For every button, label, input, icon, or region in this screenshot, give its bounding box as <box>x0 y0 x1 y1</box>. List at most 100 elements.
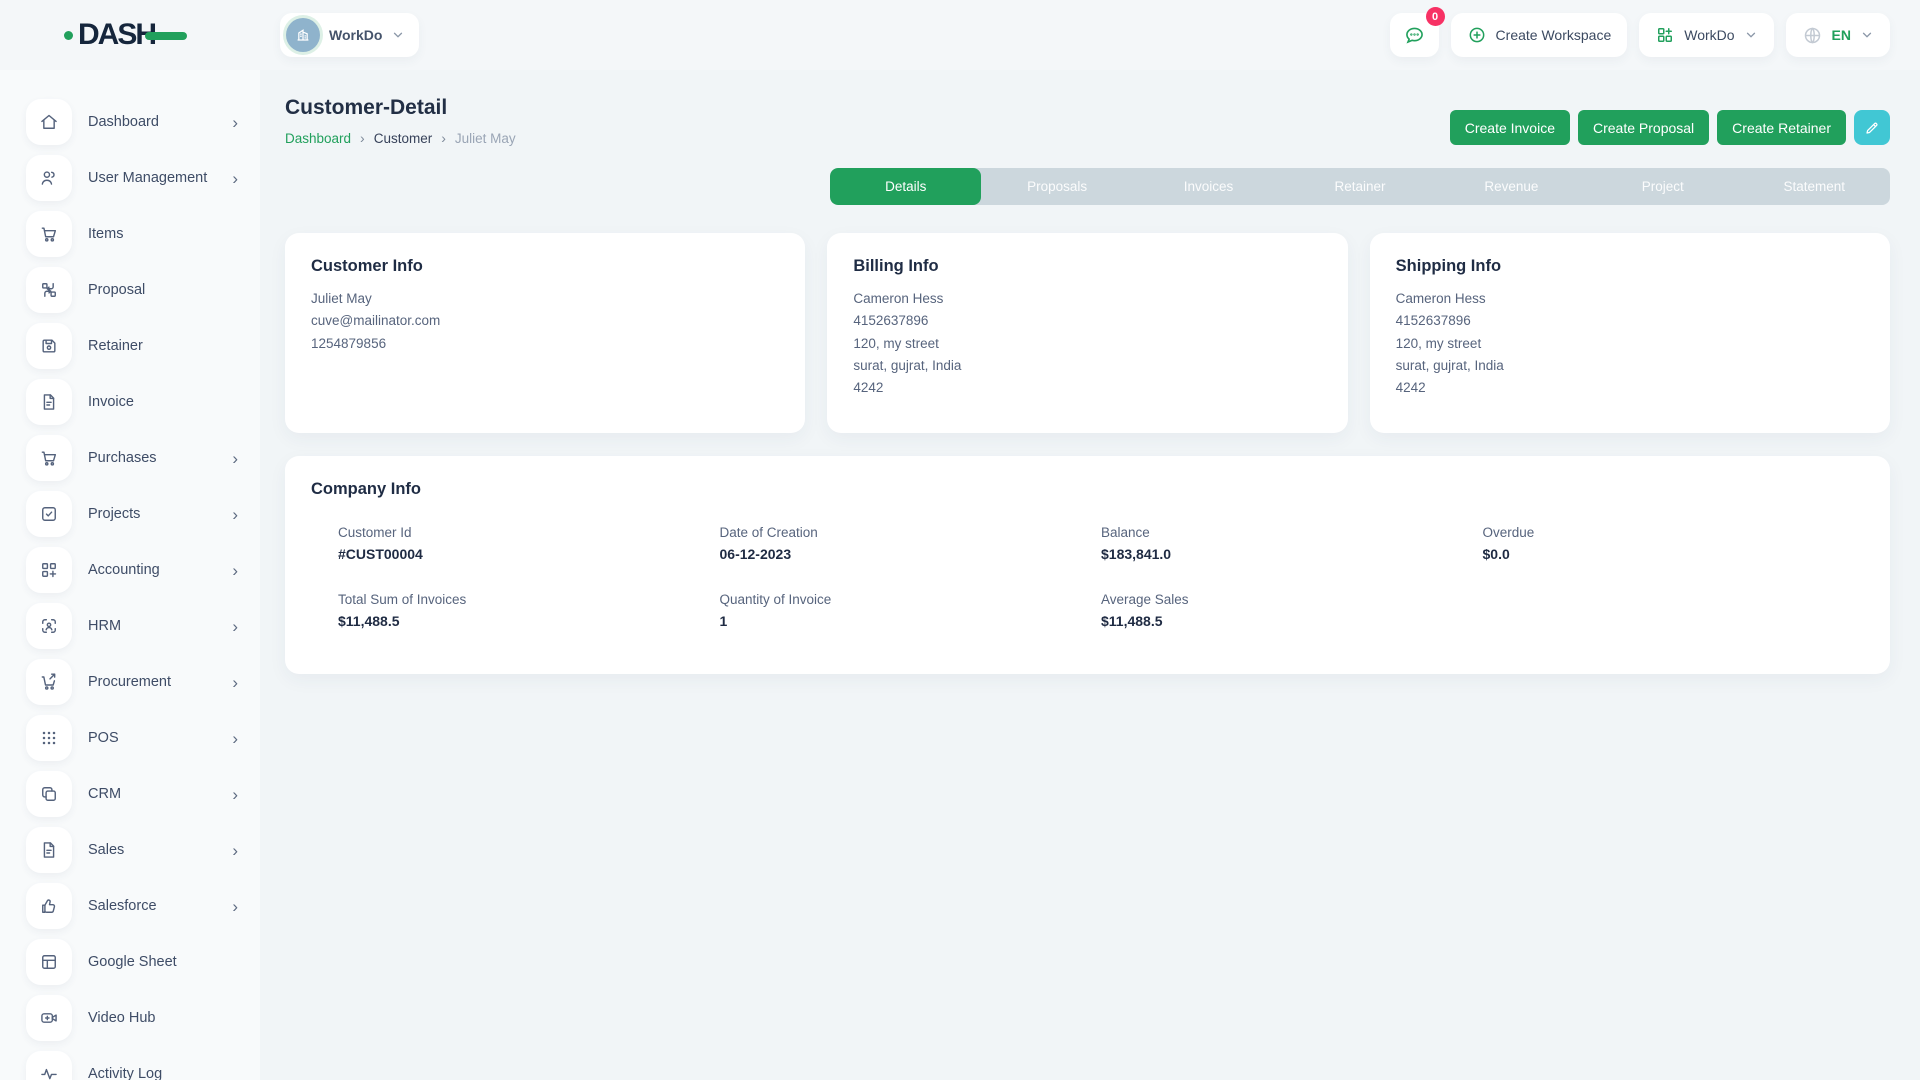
messages-badge: 0 <box>1426 7 1445 26</box>
sidebar-item-hrm[interactable]: HRM › <box>0 598 260 654</box>
building-icon <box>293 25 313 45</box>
sidebar-item-salesforce[interactable]: Salesforce › <box>0 878 260 934</box>
billing-street: 120, my street <box>853 333 1321 355</box>
create-workspace-button[interactable]: Create Workspace <box>1451 13 1628 57</box>
sidebar-item-label: Items <box>88 226 123 242</box>
invoice-icon <box>26 379 72 425</box>
sidebar-item-google-sheet[interactable]: Google Sheet <box>0 934 260 990</box>
detail-tabs: Details Proposals Invoices Retainer Reve… <box>830 168 1890 205</box>
sidebar-item-pos[interactable]: POS › <box>0 710 260 766</box>
sidebar-item-label: HRM <box>88 618 121 634</box>
sidebar-item-video-hub[interactable]: Video Hub <box>0 990 260 1046</box>
tab-proposals[interactable]: Proposals <box>981 168 1132 205</box>
sidebar-item-accounting[interactable]: Accounting › <box>0 542 260 598</box>
field-label: Quantity of Invoice <box>720 592 1102 607</box>
workspace-name: WorkDo <box>329 27 382 43</box>
sidebar-item-retainer[interactable]: Retainer <box>0 318 260 374</box>
brand-logo: DASH <box>64 20 260 50</box>
tab-details[interactable]: Details <box>830 168 981 205</box>
sidebar-item-label: CRM <box>88 786 121 802</box>
grid-plus-icon <box>26 547 72 593</box>
card-title: Billing Info <box>853 257 1321 276</box>
sidebar-item-label: Sales <box>88 842 124 858</box>
field-label: Date of Creation <box>720 525 1102 540</box>
create-invoice-button[interactable]: Create Invoice <box>1450 110 1570 145</box>
workspace-selector[interactable]: WorkDo <box>280 13 419 57</box>
field-value: $183,841.0 <box>1101 546 1483 562</box>
title-block: Customer-Detail Dashboard › Customer › J… <box>285 96 516 146</box>
sidebar: Dashboard › User Management › Items Prop… <box>0 70 260 1080</box>
tab-project[interactable]: Project <box>1587 168 1738 205</box>
sidebar-item-crm[interactable]: CRM › <box>0 766 260 822</box>
shipping-zip: 4242 <box>1396 377 1864 399</box>
edit-customer-button[interactable] <box>1854 110 1890 145</box>
app-switcher-label: WorkDo <box>1684 27 1734 43</box>
home-icon <box>26 99 72 145</box>
chevron-right-icon: › <box>232 450 238 467</box>
sidebar-item-label: Salesforce <box>88 898 157 914</box>
breadcrumb-current: Juliet May <box>455 131 516 146</box>
sidebar-item-purchases[interactable]: Purchases › <box>0 430 260 486</box>
customer-phone: 1254879856 <box>311 333 779 355</box>
layers-icon <box>26 771 72 817</box>
field-total-sum-of-invoices: Total Sum of Invoices $11,488.5 <box>338 592 720 629</box>
tab-invoices[interactable]: Invoices <box>1133 168 1284 205</box>
sidebar-menu: Dashboard › User Management › Items Prop… <box>0 94 260 1080</box>
language-selector[interactable]: EN <box>1786 13 1890 57</box>
sidebar-item-dashboard[interactable]: Dashboard › <box>0 94 260 150</box>
sidebar-item-sales[interactable]: Sales › <box>0 822 260 878</box>
customer-name: Juliet May <box>311 288 779 310</box>
cart-icon <box>26 211 72 257</box>
tab-revenue[interactable]: Revenue <box>1436 168 1587 205</box>
billing-info-body: Cameron Hess 4152637896 120, my street s… <box>853 288 1321 399</box>
sidebar-item-label: Retainer <box>88 338 143 354</box>
cart-icon <box>26 435 72 481</box>
field-average-sales: Average Sales $11,488.5 <box>1101 592 1483 629</box>
sidebar-item-label: Accounting <box>88 562 160 578</box>
chevron-right-icon: › <box>232 842 238 859</box>
sidebar-item-invoice[interactable]: Invoice <box>0 374 260 430</box>
breadcrumb-dashboard-link[interactable]: Dashboard <box>285 131 351 146</box>
sidebar-item-user-management[interactable]: User Management › <box>0 150 260 206</box>
field-label: Overdue <box>1483 525 1865 540</box>
tab-retainer[interactable]: Retainer <box>1284 168 1435 205</box>
cart-arrow-icon <box>26 659 72 705</box>
shipping-street: 120, my street <box>1396 333 1864 355</box>
logo-dot <box>64 31 73 40</box>
chevron-right-icon: › <box>232 114 238 131</box>
field-date-of-creation: Date of Creation 06-12-2023 <box>720 525 1102 562</box>
chevron-down-icon <box>1860 28 1874 42</box>
field-label: Customer Id <box>338 525 720 540</box>
pencil-icon <box>1864 120 1880 136</box>
breadcrumb: Dashboard › Customer › Juliet May <box>285 130 516 146</box>
logo-text: DASH <box>78 20 155 50</box>
field-balance: Balance $183,841.0 <box>1101 525 1483 562</box>
breadcrumb-separator: › <box>441 130 446 146</box>
table-icon <box>26 939 72 985</box>
sidebar-item-label: POS <box>88 730 119 746</box>
sidebar-item-label: Dashboard <box>88 114 159 130</box>
header-right-group: 0 Create Workspace WorkDo EN <box>1390 13 1890 57</box>
billing-city: surat, gujrat, India <box>853 355 1321 377</box>
app-switcher-button[interactable]: WorkDo <box>1639 13 1773 57</box>
sidebar-item-procurement[interactable]: Procurement › <box>0 654 260 710</box>
messages-button[interactable]: 0 <box>1390 13 1439 57</box>
sidebar-item-items[interactable]: Items <box>0 206 260 262</box>
billing-info-card: Billing Info Cameron Hess 4152637896 120… <box>827 233 1347 433</box>
info-cards-row: Customer Info Juliet May cuve@mailinator… <box>285 233 1890 433</box>
chevron-right-icon: › <box>232 786 238 803</box>
breadcrumb-customer-link[interactable]: Customer <box>374 131 433 146</box>
tab-statement[interactable]: Statement <box>1739 168 1890 205</box>
shipping-name: Cameron Hess <box>1396 288 1864 310</box>
chevron-right-icon: › <box>232 898 238 915</box>
dots-grid-icon <box>26 715 72 761</box>
chevron-right-icon: › <box>232 506 238 523</box>
sidebar-item-proposal[interactable]: Proposal <box>0 262 260 318</box>
sidebar-item-projects[interactable]: Projects › <box>0 486 260 542</box>
chevron-down-icon <box>391 28 405 42</box>
create-workspace-label: Create Workspace <box>1496 27 1612 43</box>
create-retainer-button[interactable]: Create Retainer <box>1717 110 1846 145</box>
create-proposal-button[interactable]: Create Proposal <box>1578 110 1709 145</box>
field-label: Total Sum of Invoices <box>338 592 720 607</box>
sidebar-item-activity-log[interactable]: Activity Log <box>0 1046 260 1080</box>
